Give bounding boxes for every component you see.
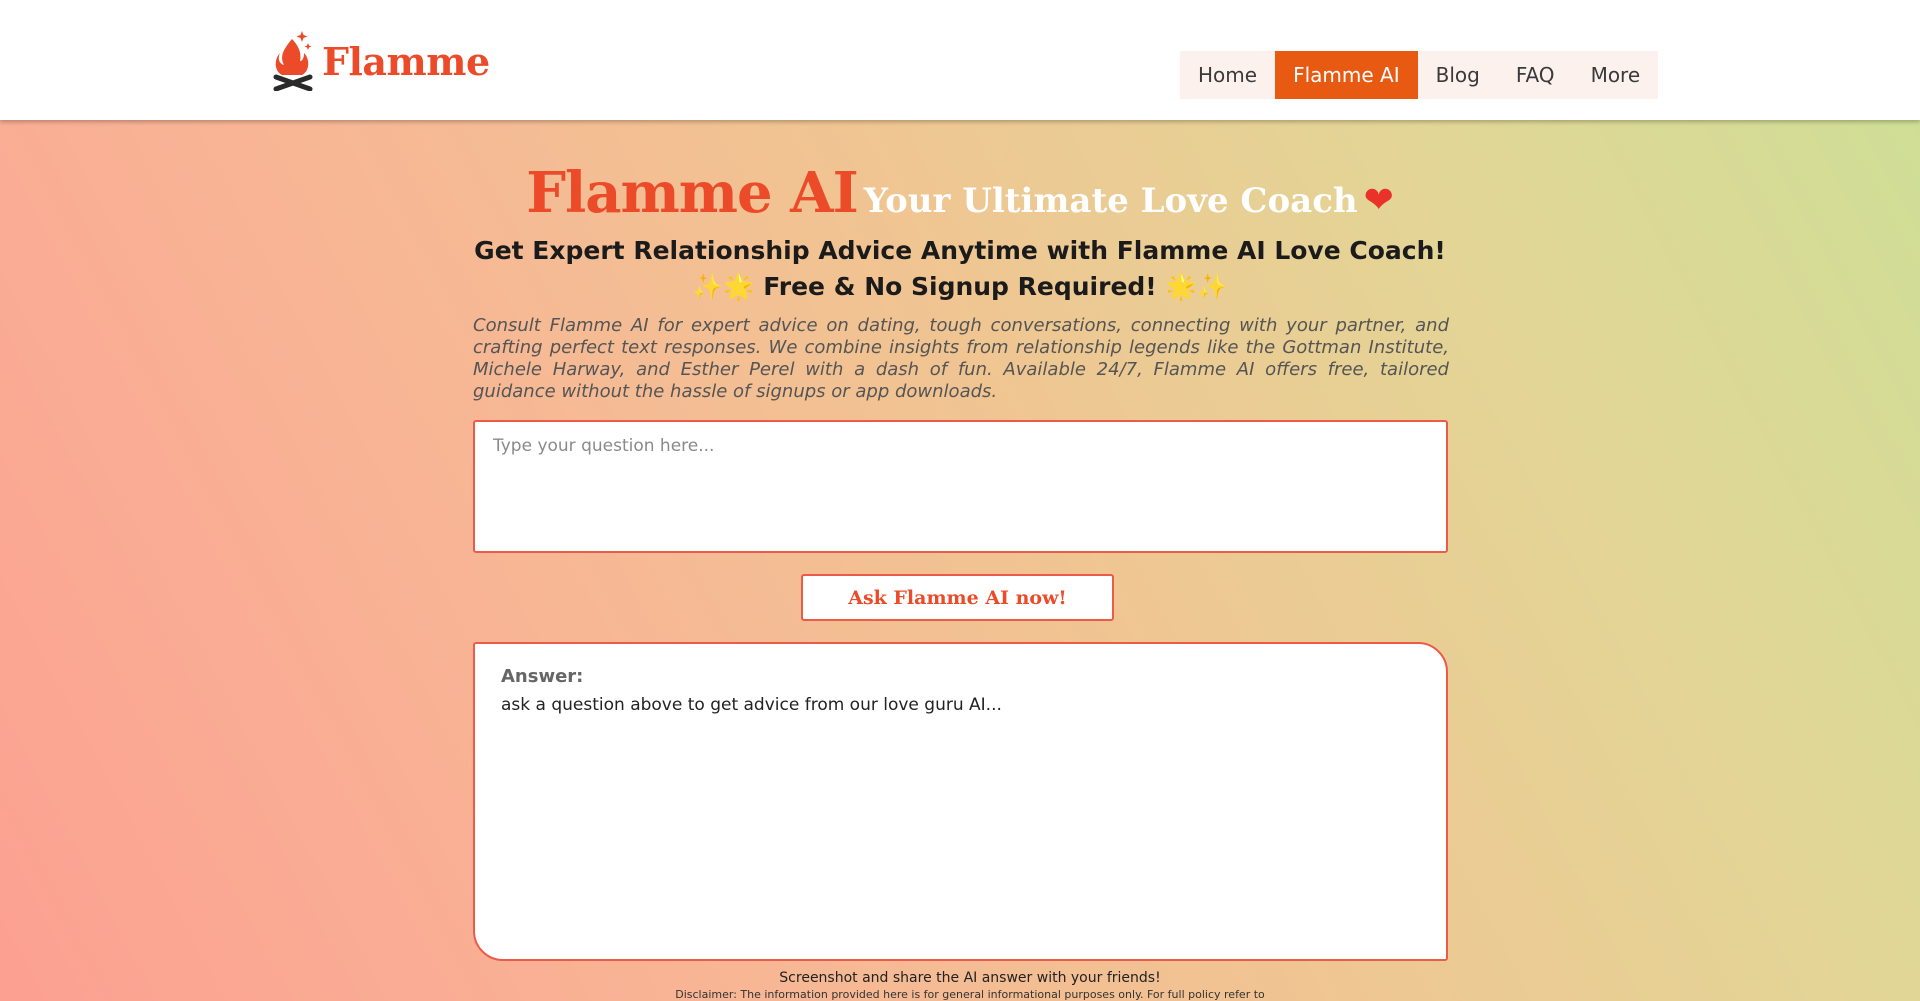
heart-on-fire-icon: ❤ (1363, 179, 1394, 220)
question-input[interactable] (475, 422, 1446, 551)
ask-button[interactable]: Ask Flamme AI now! (801, 574, 1114, 621)
nav-item-faq[interactable]: FAQ (1497, 51, 1573, 99)
question-box (473, 420, 1448, 553)
nav-item-blog[interactable]: Blog (1417, 51, 1498, 99)
nav-item-flamme-ai[interactable]: Flamme AI (1275, 51, 1418, 99)
hero-brand: Flamme AI (526, 160, 859, 226)
answer-text: ask a question above to get advice from … (501, 695, 1002, 715)
nav-item-more[interactable]: More (1572, 51, 1659, 99)
logo-text: Flamme (322, 38, 490, 84)
share-note: Screenshot and share the AI answer with … (779, 970, 1161, 986)
nav-item-home[interactable]: Home (1180, 51, 1276, 99)
subtitle-advice: Get Expert Relationship Advice Anytime w… (474, 236, 1446, 265)
sparkles-left-icon: ✨🌟 (692, 272, 755, 301)
hero-tagline: Your Ultimate Love Coach (863, 181, 1358, 221)
hero-description: Consult Flamme AI for expert advice on d… (473, 315, 1449, 402)
flame-logo-icon (272, 27, 314, 96)
sparkles-right-icon: 🌟✨ (1165, 272, 1228, 301)
disclaimer: Disclaimer: The information provided her… (675, 988, 1265, 1001)
main-nav: Home Flamme AI Blog FAQ More (1180, 51, 1659, 99)
answer-box: Answer: ask a question above to get advi… (473, 642, 1448, 961)
subtitle-free: ✨🌟 Free & No Signup Required! 🌟✨ (0, 272, 1920, 302)
answer-label: Answer: (501, 666, 584, 687)
logo-link[interactable]: Flamme (272, 28, 490, 94)
subtitle-free-text: Free & No Signup Required! (763, 272, 1157, 301)
hero-title: Flamme AI Your Ultimate Love Coach ❤ (0, 160, 1920, 226)
site-header: Flamme Home Flamme AI Blog FAQ More (0, 0, 1920, 120)
